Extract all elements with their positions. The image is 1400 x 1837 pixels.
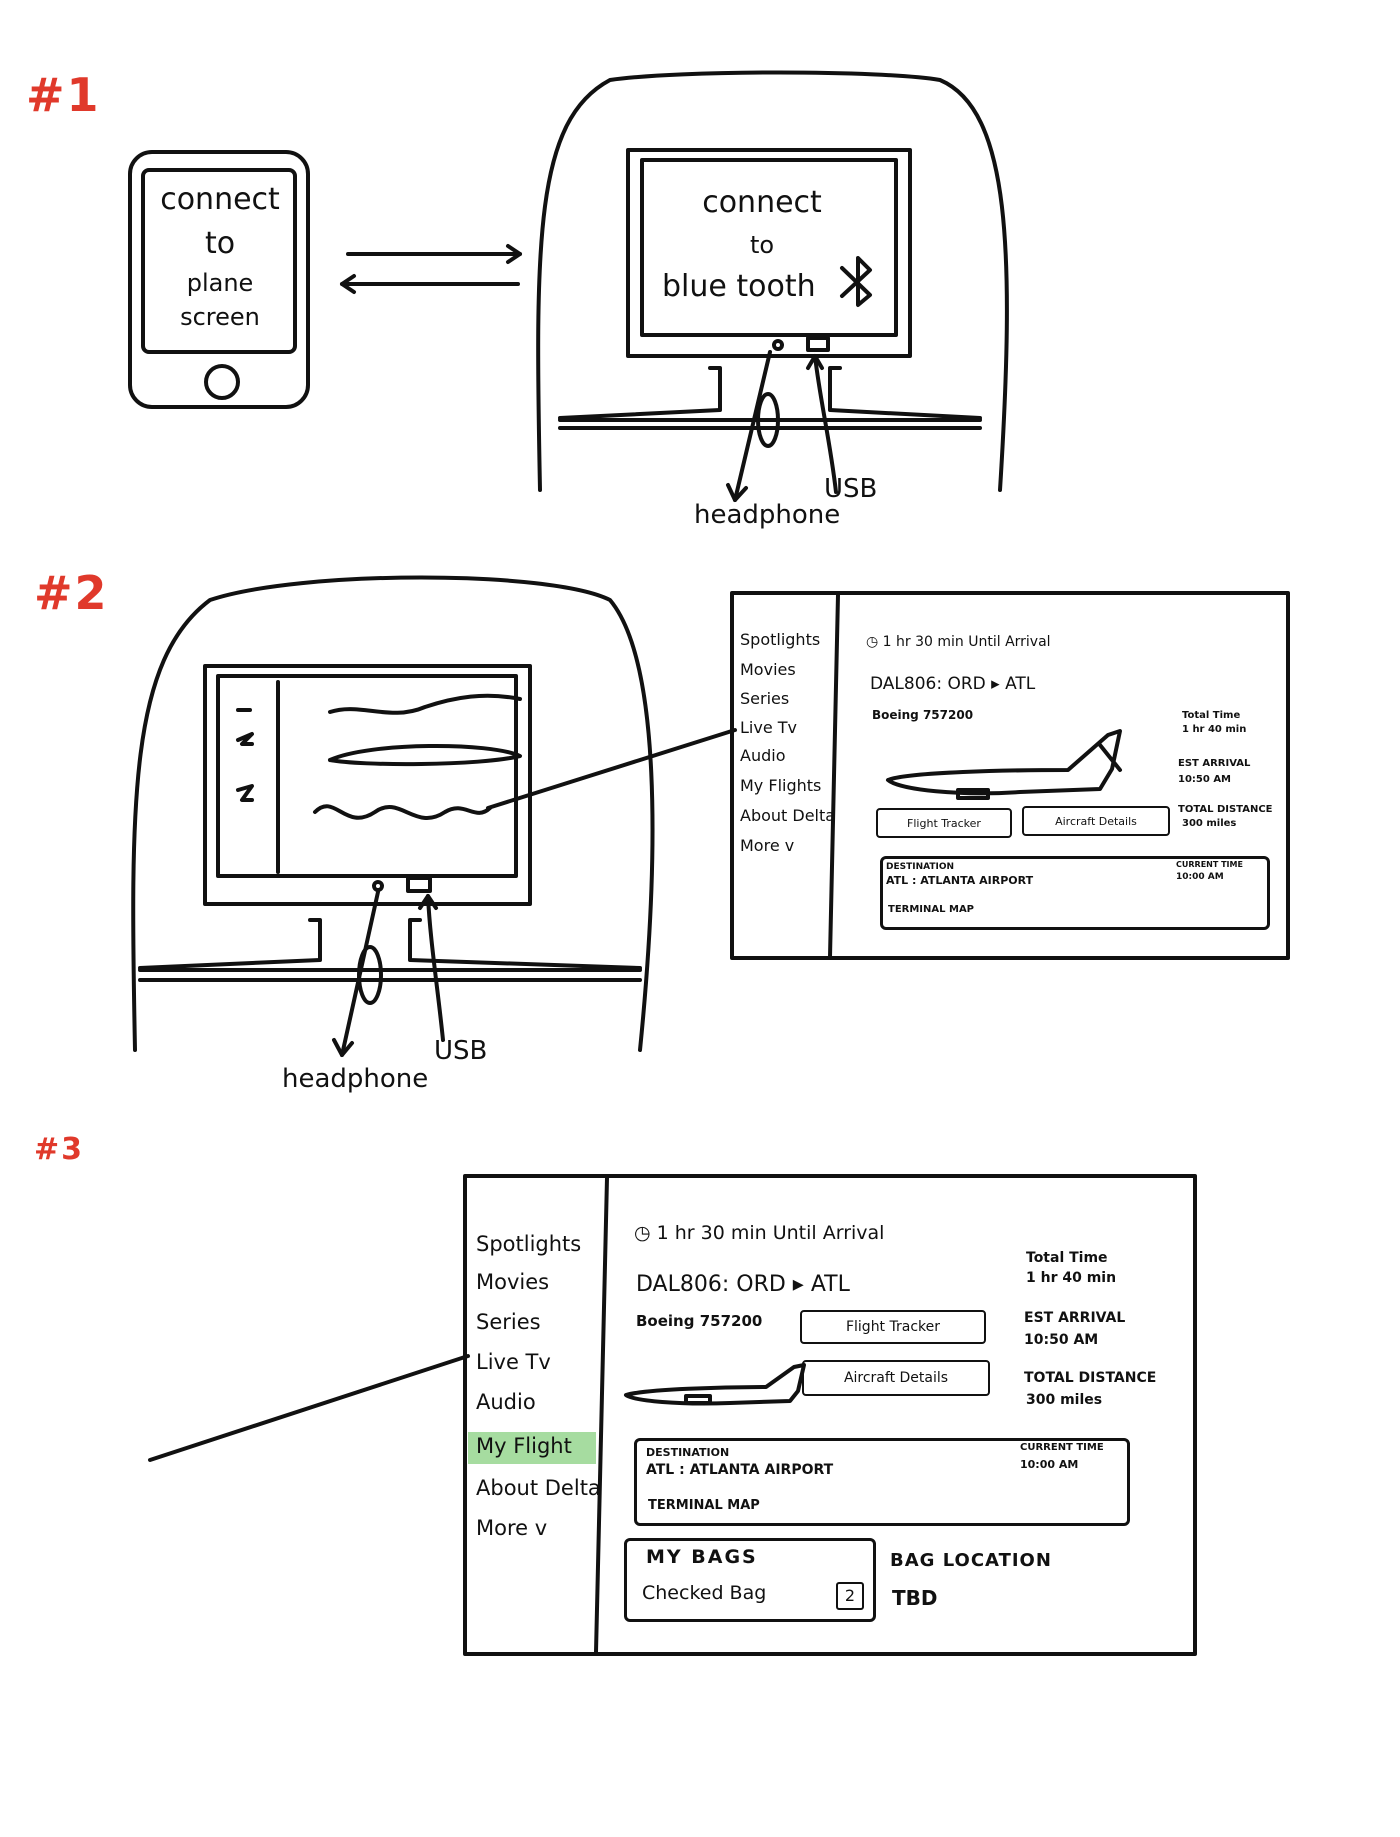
total-distance-label-3: TOTAL DISTANCE [1024,1370,1157,1386]
menu3-item-about-delta[interactable]: About Delta [476,1476,601,1500]
until-arrival-2: ◷ 1 hr 30 min Until Arrival [866,634,1051,650]
checked-bag-count: 2 [836,1582,864,1610]
aircraft-type-2: Boeing 757200 [872,708,974,722]
destination-value-3: ATL : ATLANTA AIRPORT [646,1462,834,1478]
flight-tracker-button-2[interactable]: Flight Tracker [876,808,1012,838]
aircraft-type-3: Boeing 757200 [636,1312,763,1330]
phone-line-3: plane [186,269,254,297]
menu-item-spotlights[interactable]: Spotlights [740,630,820,649]
headphone-callout-1: headphone [694,500,841,530]
tv-line-1: connect [702,185,822,220]
total-time-label-3: Total Time [1026,1250,1108,1266]
my-bags-title: MY BAGS [646,1546,758,1568]
current-time-label-2: CURRENT TIME [1176,860,1243,869]
est-arrival-label-3: EST ARRIVAL [1024,1310,1126,1326]
phone-line-4: screen [180,303,260,331]
menu3-item-spotlights[interactable]: Spotlights [476,1232,581,1256]
current-time-label-3: CURRENT TIME [1020,1442,1104,1453]
until-text: 1 hr 30 min Until Arrival [882,634,1051,650]
menu3-item-audio[interactable]: Audio [476,1390,536,1414]
phone-screen-text: connect to plane screen [150,178,290,334]
menu-item-about-delta[interactable]: About Delta [740,806,835,825]
panel-3-menu: Spotlights Movies Series Live Tv Audio M… [476,1232,606,1562]
until-arrival-3: ◷ 1 hr 30 min Until Arrival [634,1222,884,1244]
bag-location-label: BAG LOCATION [890,1550,1052,1571]
tv-line-2: to [749,231,775,259]
usb-callout-1: USB [824,474,878,504]
seatback-2 [131,575,737,1057]
destination-label-2: DESTINATION [886,862,955,872]
headphone-callout-2: headphone [282,1064,429,1094]
est-arrival-label-2: EST ARRIVAL [1178,758,1251,769]
checked-bag-label: Checked Bag [642,1582,767,1604]
est-arrival-value-2: 10:50 AM [1178,774,1232,785]
destination-label-3: DESTINATION [646,1446,730,1459]
total-time-label-2: Total Time [1182,710,1241,721]
aircraft-details-button-2[interactable]: Aircraft Details [1022,806,1170,836]
aircraft-details-button-3[interactable]: Aircraft Details [802,1360,990,1396]
total-time-value-2: 1 hr 40 min [1182,724,1247,735]
total-time-value-3: 1 hr 40 min [1026,1270,1117,1286]
menu-item-more[interactable]: More v [740,836,794,855]
usb-callout-2: USB [434,1036,488,1066]
bluetooth-icon [842,262,872,302]
section-label-3: #3 [34,1132,85,1167]
phone-line-2: to [204,226,236,261]
current-time-value-2: 10:00 AM [1176,872,1224,882]
menu-item-movies[interactable]: Movies [740,660,796,679]
section-label-2: #2 [34,566,109,620]
menu3-item-my-flight[interactable]: My Flight [476,1434,572,1458]
clock-icon: ◷ [866,634,883,650]
section-label-1: #1 [26,68,101,122]
menu3-item-more[interactable]: More v [476,1516,547,1540]
bag-location-value: TBD [892,1586,938,1610]
flight-number-2: DAL806: ORD ▸ ATL [870,674,1036,694]
menu-item-live-tv[interactable]: Live Tv [740,718,797,737]
until-text-3: 1 hr 30 min Until Arrival [656,1222,885,1244]
menu3-item-live-tv[interactable]: Live Tv [476,1350,551,1374]
menu3-item-movies[interactable]: Movies [476,1270,549,1294]
flight-tracker-button-3[interactable]: Flight Tracker [800,1310,986,1344]
total-distance-value-2: 300 miles [1182,818,1237,829]
panel-2-menu: Spotlights Movies Series Live Tv Audio M… [740,630,840,890]
phone-line-1: connect [160,182,280,217]
menu-item-audio[interactable]: Audio [740,746,785,765]
current-time-value-3: 10:00 AM [1020,1458,1079,1471]
est-arrival-value-3: 10:50 AM [1024,1332,1099,1348]
destination-value-2: ATL : ATLANTA AIRPORT [886,874,1034,887]
total-distance-value-3: 300 miles [1026,1392,1103,1408]
total-distance-label-2: TOTAL DISTANCE [1178,804,1273,815]
menu3-item-series[interactable]: Series [476,1310,541,1334]
flight-number-3: DAL806: ORD ▸ ATL [636,1272,850,1297]
terminal-map-link-2[interactable]: TERMINAL MAP [888,904,974,915]
terminal-map-link-3[interactable]: TERMINAL MAP [648,1498,760,1513]
clock-icon: ◷ [634,1222,657,1244]
menu-item-my-flights[interactable]: My Flights [740,776,821,795]
menu-item-series[interactable]: Series [740,689,789,708]
connection-arrows [340,244,522,294]
